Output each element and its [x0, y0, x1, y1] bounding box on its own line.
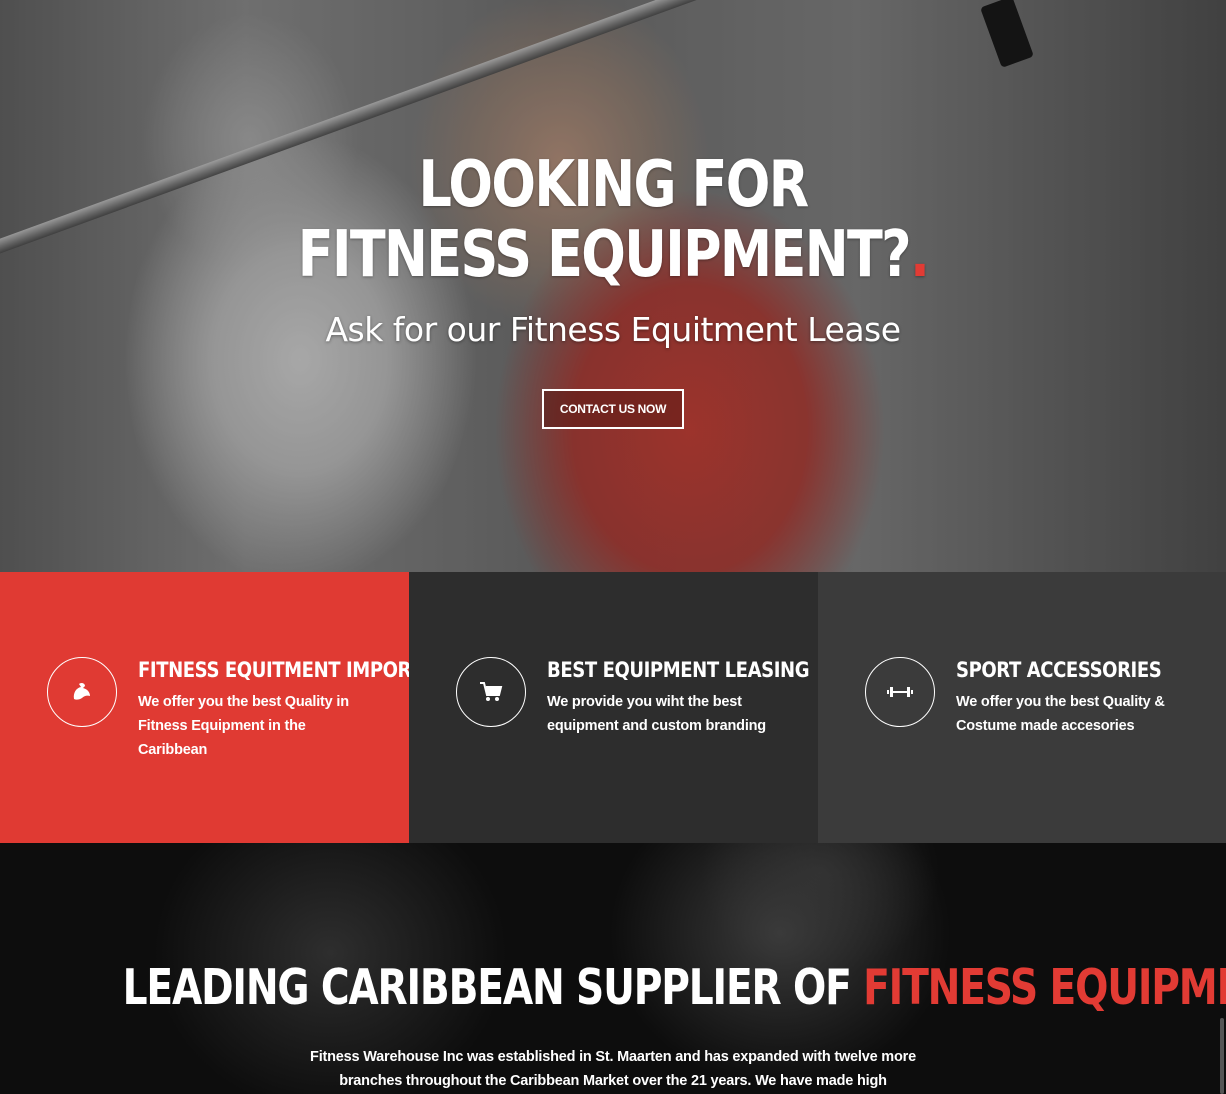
hero-title: LOOKING FOR FITNESS EQUIPMENT?. [110, 150, 1115, 290]
about-title: LEADING CARIBBEAN SUPPLIER OF FITNESS EQ… [123, 959, 1226, 1016]
hero-section: LOOKING FOR FITNESS EQUIPMENT?. Ask for … [0, 0, 1226, 572]
hero-title-line2: FITNESS EQUIPMENT? [297, 218, 912, 292]
feature-description: We offer you the best Quality & Costume … [956, 694, 1165, 734]
features-strip: FITNESS EQUITMENT IMPORT We offer you th… [0, 572, 1226, 843]
hero-subtitle: Ask for our Fitness Equitment Lease [325, 310, 901, 349]
feature-title: FITNESS EQUITMENT IMPORT [138, 658, 423, 682]
hero-content: LOOKING FOR FITNESS EQUIPMENT?. Ask for … [0, 150, 1226, 429]
feature-card-import: FITNESS EQUITMENT IMPORT We offer you th… [0, 572, 423, 843]
contact-us-button[interactable]: CONTACT US NOW [541, 389, 685, 429]
feature-card-leasing: BEST EQUIPMENT LEASING We provide you wi… [409, 572, 818, 843]
feature-card-accessories: SPORT ACCESSORIES We offer you the best … [818, 572, 1226, 843]
flexed-arm-icon [47, 657, 117, 727]
feature-description: We offer you the best Quality in Fitness… [138, 694, 349, 758]
hero-title-line1: LOOKING FOR [418, 148, 809, 222]
shopping-cart-icon [456, 657, 526, 727]
hero-title-dot: . [909, 218, 930, 292]
about-title-accent: FITNESS EQUIPMENT [863, 959, 1226, 1016]
feature-title: BEST EQUIPMENT LEASING [547, 658, 810, 682]
about-text: Fitness Warehouse Inc was established in… [310, 1049, 916, 1089]
feature-title: SPORT ACCESSORIES [956, 658, 1162, 682]
page-scrollbar[interactable] [1220, 1018, 1224, 1094]
about-section: LEADING CARIBBEAN SUPPLIER OF FITNESS EQ… [0, 843, 1226, 1094]
dumbbell-icon [865, 657, 935, 727]
feature-description: We provide you wiht the best equipment a… [547, 694, 766, 734]
